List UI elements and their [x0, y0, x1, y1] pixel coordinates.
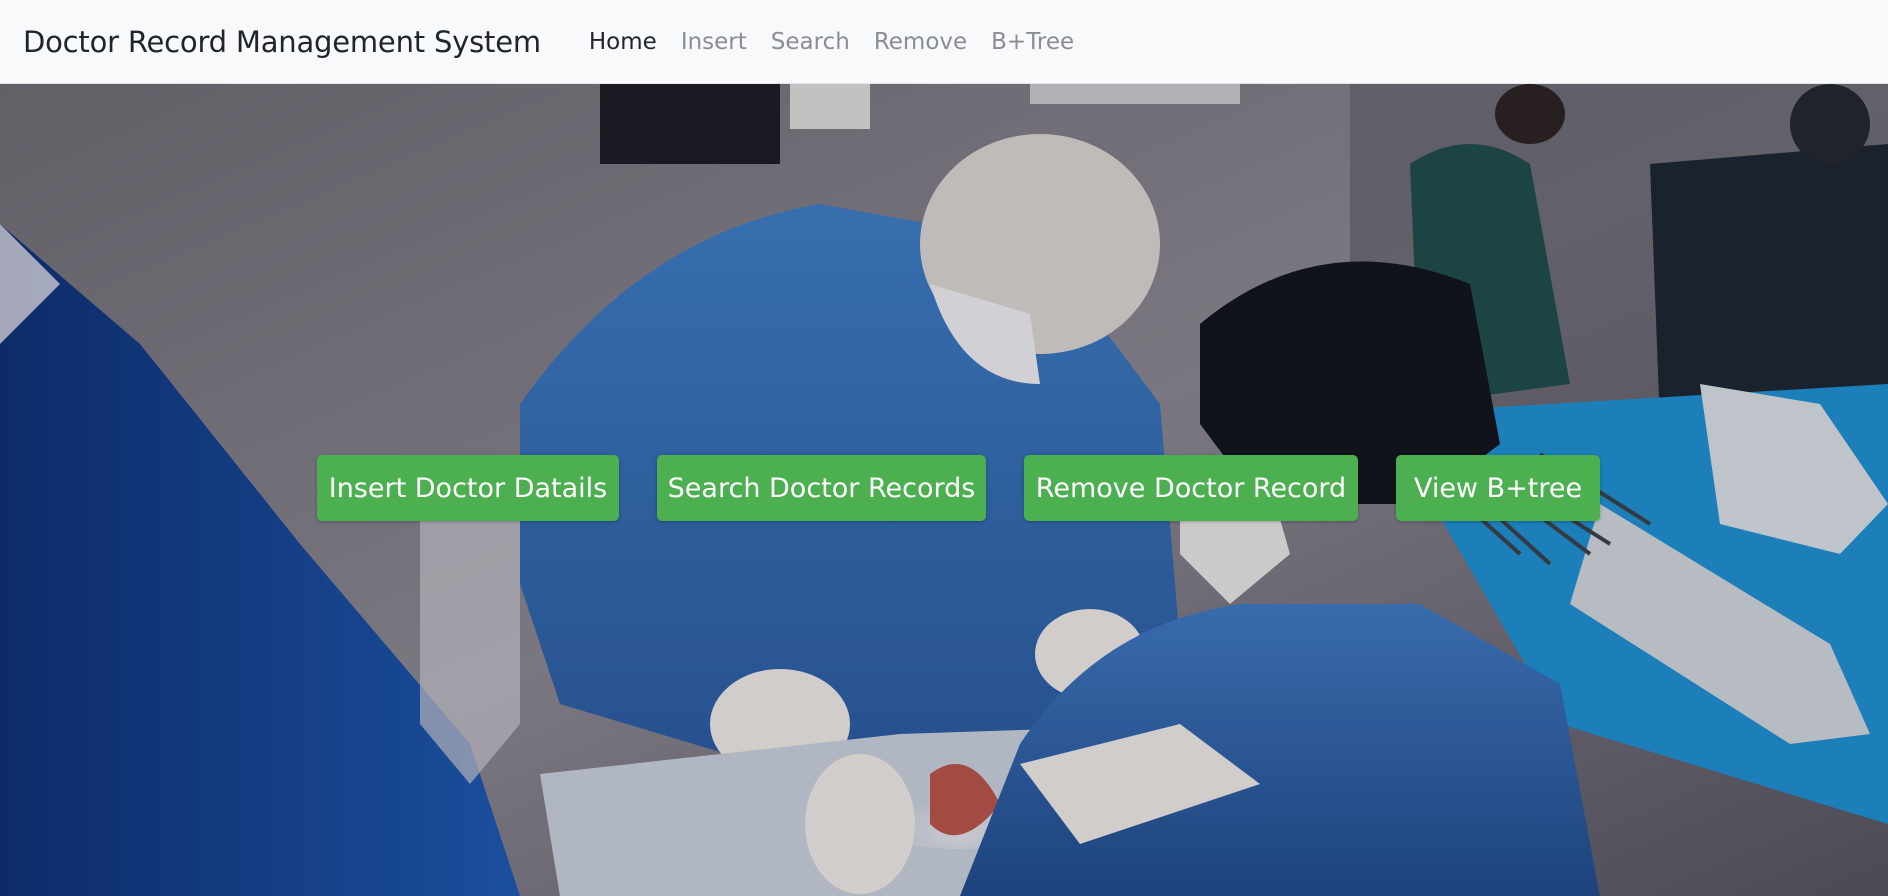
action-buttons: Insert Doctor Datails Search Doctor Reco… — [0, 455, 1888, 521]
brand-title[interactable]: Doctor Record Management System — [23, 25, 541, 59]
navbar: Doctor Record Management System Home Ins… — [0, 0, 1888, 84]
remove-doctor-record-button[interactable]: Remove Doctor Record — [1024, 455, 1358, 521]
nav-link-bplustree[interactable]: B+Tree — [979, 29, 1086, 55]
nav-link-home[interactable]: Home — [577, 29, 669, 55]
hero-section: Insert Doctor Datails Search Doctor Reco… — [0, 84, 1888, 896]
view-bplustree-button[interactable]: View B+tree — [1396, 455, 1600, 521]
nav-link-search[interactable]: Search — [759, 29, 862, 55]
nav-link-remove[interactable]: Remove — [862, 29, 979, 55]
search-doctor-records-button[interactable]: Search Doctor Records — [657, 455, 986, 521]
nav-links: Home Insert Search Remove B+Tree — [577, 29, 1086, 55]
nav-link-insert[interactable]: Insert — [669, 29, 759, 55]
insert-doctor-details-button[interactable]: Insert Doctor Datails — [317, 455, 619, 521]
